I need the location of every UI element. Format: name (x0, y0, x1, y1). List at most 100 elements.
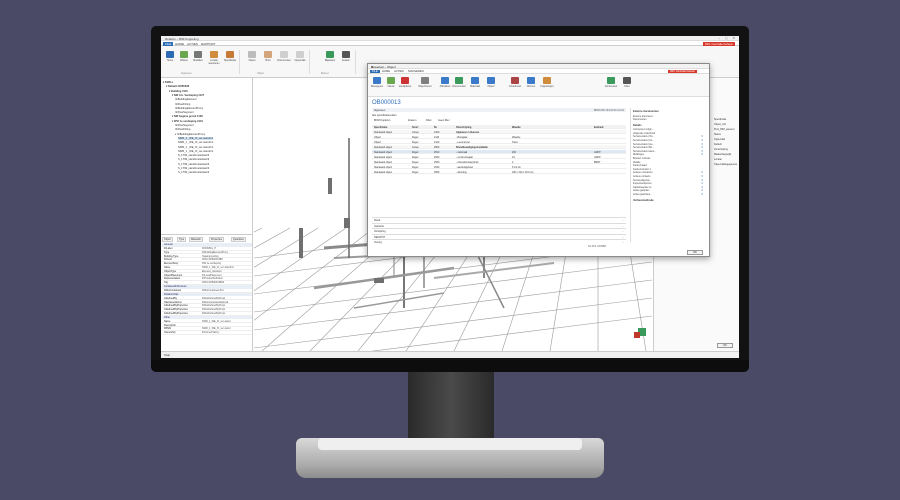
table-row[interactable]: Object Regel 2120 - Leverancier Tekst (372, 140, 626, 145)
dialog-tab-file[interactable]: FILE (370, 69, 380, 73)
dialog-tab-home[interactable]: HOME (382, 70, 390, 73)
column-header[interactable]: Waarde (512, 126, 521, 129)
column-header[interactable]: Eenheid (594, 126, 603, 129)
table-row[interactable]: Standaard object Groep 2100 Algemeen / dive… (372, 130, 626, 135)
tree-node[interactable]: S_1T99_stand/meterkast/3 (178, 163, 209, 166)
factbox-line[interactable]: Documenten (633, 118, 647, 121)
menu-rapport[interactable]: RAPPORT (201, 42, 215, 46)
factbox-item-value[interactable]: 0 (702, 175, 703, 178)
properties-section-header[interactable]: General (162, 243, 252, 247)
main-ok-button[interactable]: OK (717, 343, 733, 348)
column-header[interactable]: Soort (412, 126, 418, 129)
tree-node[interactable]: IfcBuildingElementProxy (175, 107, 203, 110)
dialog-tab-acties[interactable]: ACTIES (394, 70, 404, 73)
dialog-ribbon-button-2[interactable]: Verwijderen (398, 75, 412, 95)
factbox-item-value[interactable]: 0 (702, 179, 703, 182)
column-header[interactable]: Specificatie (374, 126, 387, 129)
ribbon-button-7[interactable]: Documenten (277, 49, 291, 69)
ribbon-button-0[interactable]: Home (163, 49, 177, 69)
table-row[interactable]: Standaard object Regel 2540 - aansluitgebie… (372, 165, 626, 170)
spec-toolbar-no-filter[interactable]: Geen filter (438, 119, 450, 122)
factbox-line[interactable]: Externe document... (633, 115, 654, 118)
dialog-ribbon-button-9[interactable]: Normen (524, 75, 538, 95)
table-row[interactable]: Standaard object Regel 2520 - constructieja… (372, 155, 626, 160)
dialog-ribbon-button-12[interactable]: Filter (620, 75, 634, 95)
right-panel-item[interactable]: Default (714, 143, 722, 146)
properties-section-header[interactable]: ContainedInStructure (162, 285, 252, 289)
factbox-item-value[interactable]: 0 (702, 193, 703, 196)
tree-node[interactable]: S_1T99_stand/meterkast/3 (178, 158, 209, 161)
tree-node[interactable]: IfcFlowSegment (175, 111, 194, 114)
table-row[interactable]: Standaard object Regel 2530 - inhoud/ontwer… (372, 160, 626, 165)
ribbon-button-6[interactable]: Bron (261, 49, 275, 69)
factbox-title-details[interactable]: Details (633, 124, 642, 127)
ribbon-button-2[interactable]: Modellen (191, 49, 205, 69)
dialog-tab-navigeren[interactable]: NAVIGEREN (408, 70, 424, 73)
tree-node[interactable]: S_1T99_stand/meterkast/3 (178, 171, 209, 174)
factbox-item-value[interactable]: 0 (702, 150, 703, 153)
right-panel-item[interactable]: Prop_BIM_element (714, 128, 734, 131)
right-panel-item[interactable]: Specificatie (714, 118, 726, 121)
dialog-ribbon-button-11[interactable]: Vernieuwen (604, 75, 618, 95)
tree-node[interactable]: NWR_1 _WE_IX_ver-stand/mt (178, 136, 214, 140)
tree-node[interactable]: ▾ IfcBuildingElementProxy (175, 133, 205, 136)
tree-node[interactable]: IfcFlowSegment (175, 124, 194, 127)
factbox-item-value[interactable]: 0 (702, 189, 703, 192)
factbox-title-rental[interactable]: Verhuurmethode (633, 199, 654, 202)
tree-node[interactable]: ▾ NW b.b. Verdieping #127 (172, 94, 204, 97)
tree-node[interactable]: ▾ Default #2265028 (166, 85, 189, 88)
properties-tab-properties[interactable]: Properties (209, 237, 224, 242)
right-panel-item[interactable]: Maatschappelijk (714, 153, 731, 156)
table-row[interactable]: Standaard object Groep 2500 Brandbeveiligin… (372, 145, 626, 150)
tree-node[interactable]: ▾ Building #110 (169, 90, 188, 93)
general-fasttab[interactable]: Algemeen BRR1008 16/1/2019 CLGS (372, 108, 626, 112)
right-panel-item[interactable]: Omschrijving (714, 148, 728, 151)
dialog-ribbon-button-3[interactable]: Objectinvoer (418, 75, 432, 95)
fasttab-nen2767[interactable]: NEN2767 ⌄ (372, 233, 626, 239)
factbox-item-value[interactable]: 0 (702, 186, 703, 189)
tree-node[interactable]: NWR_1 _WE_IX_ver-stand/mt (178, 141, 213, 144)
tree-node[interactable]: S_1T99_stand/meterkast/3 (178, 167, 209, 170)
dialog-ribbon-button-10[interactable]: Koppelingen (540, 75, 554, 95)
right-panel-item[interactable]: Status (714, 133, 721, 136)
table-row[interactable]: Object Regel 2110 - Bouwjaar Waarde (372, 135, 626, 140)
table-row[interactable]: Standaard object Regel 2510 - nationaal 200 G… (372, 150, 626, 155)
ribbon-button-8[interactable]: Oppervlak (293, 49, 307, 69)
tree-node[interactable]: ▾ WVI 1e verdieping #131 (172, 120, 203, 123)
dialog-ribbon-button-7[interactable]: Object (484, 75, 498, 95)
right-panel-item[interactable]: Object_info (714, 123, 726, 126)
dialog-ribbon-button-1[interactable]: Nieuw (384, 75, 398, 95)
spec-toolbar-filter[interactable]: Filter (426, 119, 432, 122)
dialog-close-icon[interactable]: ✕ (371, 65, 707, 69)
tree-node[interactable]: ▾ NW begane grond #129 (172, 115, 203, 118)
tree-node[interactable]: S_1T99_stand/meterkast/3 (178, 154, 209, 157)
tree-node[interactable]: IfcFlowFitting (175, 128, 190, 131)
column-header[interactable]: Omschrijving (456, 126, 471, 129)
window-controls[interactable]: – ▢ ✕ (718, 36, 737, 40)
properties-tab-object[interactable]: Object (162, 237, 173, 242)
dialog-ribbon-button-8[interactable]: Onderhoud (508, 75, 522, 95)
factbox-item-value[interactable]: 0 (702, 153, 703, 156)
factbox-item-value[interactable]: 0 (702, 171, 703, 174)
right-panel-item[interactable]: Oppervlak (714, 138, 725, 141)
ribbon-button-9[interactable]: Bijwerken (323, 49, 337, 69)
ribbon-button-1[interactable]: Wissen (177, 49, 191, 69)
menu-file[interactable]: FILE (163, 41, 174, 46)
ribbon-button-5[interactable]: Object (245, 49, 259, 69)
properties-tab-quantities[interactable]: Quantities (231, 237, 246, 242)
tree-node[interactable]: NWR_1 _WE_IX_ver-stand/mt (178, 146, 213, 149)
factbox-item-value[interactable]: 0 (702, 182, 703, 185)
factbox-item-value[interactable]: 0 (702, 135, 703, 138)
ribbon-button-3[interactable]: Locatie selecteren (207, 49, 221, 69)
factbox-title-documents[interactable]: Externe documenten (633, 110, 659, 113)
table-row[interactable]: Standaard object Regel 2550 - afmeting 180 x… (372, 170, 626, 175)
dialog-ok-button[interactable]: OK (687, 250, 703, 255)
fasttab-overig[interactable]: Overig ⌄ (372, 239, 626, 244)
right-panel-item[interactable]: Locatie (714, 158, 722, 161)
ribbon-button-10[interactable]: Zoeken (339, 49, 353, 69)
ribbon-button-4[interactable]: Specificatie (223, 49, 237, 69)
dialog-ribbon-button-0[interactable]: Weergeven (370, 75, 384, 95)
factbox-item-value[interactable]: 0 (702, 143, 703, 146)
dialog-ribbon-button-5[interactable]: Documenten (452, 75, 466, 95)
properties-section-header[interactable]: Other (162, 315, 252, 320)
